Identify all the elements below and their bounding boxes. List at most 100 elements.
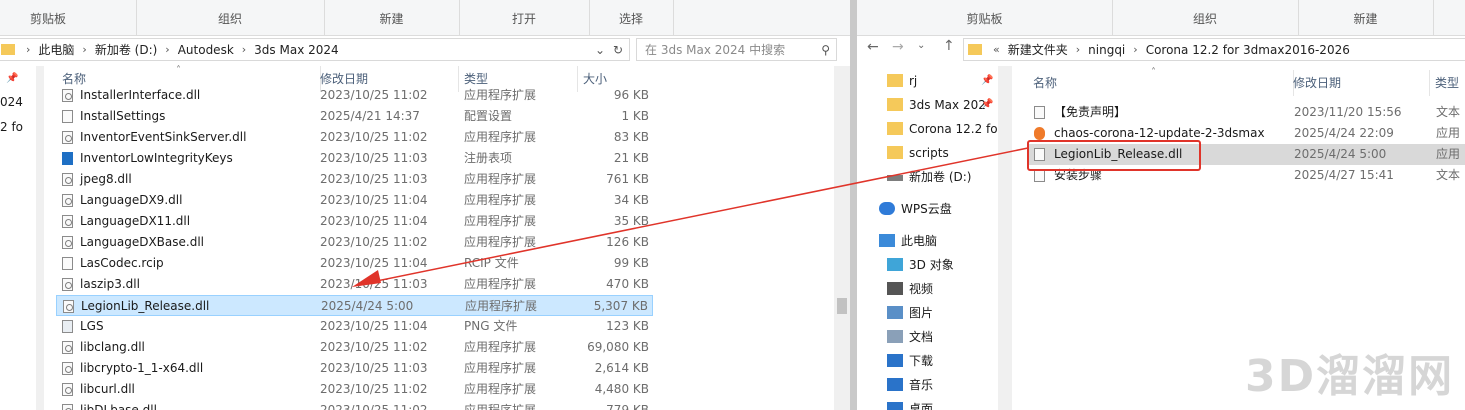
sort-up-icon: ˄ — [1151, 67, 1156, 78]
search-icon[interactable]: ⚲ — [821, 43, 830, 57]
table-row[interactable]: LegionLib_Release.dll 2025/4/24 5:00 应用程序扩… — [56, 295, 653, 316]
ribbon-group-organize[interactable]: 组织 — [1112, 0, 1299, 35]
chevron-right-icon: › — [241, 43, 247, 56]
nav-item-label: 3D 对象 — [909, 258, 954, 272]
chevron-right-icon: › — [1075, 43, 1081, 56]
file-icon — [62, 89, 73, 102]
cell-type: 文本 — [1436, 105, 1461, 119]
table-row[interactable]: LegionLib_Release.dll 2025/4/24 5:00 应用 — [1027, 144, 1465, 165]
cell-date: 2023/10/25 11:02 — [320, 340, 428, 354]
cell-type: 应用程序扩展 — [464, 277, 537, 291]
breadcrumb-item[interactable]: 此电脑 — [35, 41, 77, 58]
desktop-icon — [887, 402, 903, 410]
picture-icon — [887, 306, 903, 319]
cell-type: 应用程序扩展 — [464, 235, 537, 249]
ribbon-group-new[interactable]: 新建 — [1298, 0, 1434, 35]
chevron-double-left-icon[interactable]: « — [988, 43, 1005, 56]
cell-date: 2023/10/25 11:03 — [320, 277, 428, 291]
cell-size: 126 KB — [606, 235, 649, 249]
file-icon — [62, 404, 73, 410]
column-header-name[interactable]: 名称 ˄ — [1027, 67, 1294, 96]
cell-name: LanguageDX11.dll — [80, 214, 191, 228]
cell-date: 2023/10/25 11:02 — [320, 382, 428, 396]
address-bar[interactable]: › 此电脑 › 新加卷 (D:) › Autodesk › 3ds Max 20… — [0, 38, 630, 61]
table-row[interactable]: laszip3.dll 2023/10/25 11:03 应用程序扩展 470 KB — [56, 274, 653, 295]
table-row[interactable]: LasCodec.rcip 2023/10/25 11:04 RCIP 文件 99 K… — [56, 253, 653, 274]
cell-size: 470 KB — [606, 277, 649, 291]
table-row[interactable]: InstallSettings 2025/4/21 14:37 配置设置 1 KB — [56, 106, 653, 127]
table-row[interactable]: jpeg8.dll 2023/10/25 11:03 应用程序扩展 761 KB — [56, 169, 653, 190]
pin-icon[interactable]: 📌 — [981, 99, 993, 110]
cell-name: laszip3.dll — [80, 277, 140, 291]
chevron-down-icon[interactable]: ⌄ — [595, 43, 605, 57]
document-icon — [887, 330, 903, 343]
breadcrumb-item[interactable]: ningqi — [1085, 43, 1128, 57]
cell-date: 2023/10/25 11:04 — [320, 256, 428, 270]
table-row[interactable]: LanguageDXBase.dll 2023/10/25 11:02 应用程序扩展… — [56, 232, 653, 253]
file-icon — [62, 341, 73, 354]
text-file-icon — [1034, 106, 1045, 119]
table-row[interactable]: InstallerInterface.dll 2023/10/25 11:02 应用… — [56, 85, 653, 106]
ribbon-group-clipboard[interactable]: 剪贴板 — [857, 0, 1113, 35]
breadcrumb-item[interactable]: 新建文件夹 — [1005, 41, 1071, 58]
dll-file-icon — [1034, 148, 1045, 161]
breadcrumb-item[interactable]: Corona 12.2 for 3dmax2016-2026 — [1143, 43, 1353, 57]
breadcrumb-item[interactable]: 3ds Max 2024 — [251, 43, 341, 57]
address-bar[interactable]: « 新建文件夹 › ningqi › Corona 12.2 for 3dmax… — [963, 38, 1465, 61]
table-row[interactable]: LGS 2023/10/25 11:04 PNG 文件 123 KB — [56, 316, 653, 337]
nav-item-label: scripts — [909, 146, 949, 160]
cell-size: 2,614 KB — [594, 361, 649, 375]
breadcrumb-item[interactable]: Autodesk — [175, 43, 237, 57]
pin-icon[interactable]: 📌 — [981, 75, 993, 86]
nav-item-partial[interactable]: 2 fo — [0, 120, 23, 134]
cell-name: LegionLib_Release.dll — [1054, 147, 1183, 161]
column-header-type[interactable]: 类型 — [1429, 70, 1465, 96]
ribbon-group-open[interactable]: 打开 — [459, 0, 590, 35]
scrollbar-thumb[interactable] — [837, 298, 847, 314]
installer-icon — [1034, 127, 1045, 140]
file-list-scrollbar[interactable] — [834, 66, 850, 410]
ribbon-group-select[interactable]: 选择 — [589, 0, 674, 35]
up-arrow-icon[interactable]: ↑ — [943, 38, 955, 54]
cell-date: 2025/4/27 15:41 — [1294, 168, 1394, 182]
nav-item-label: 此电脑 — [901, 234, 938, 248]
ribbon-group-clipboard[interactable]: 剪贴板 — [0, 0, 137, 35]
video-icon — [887, 282, 903, 295]
cell-name: LGS — [80, 319, 104, 333]
pin-icon[interactable]: 📌 — [6, 73, 18, 84]
cell-date: 2023/10/25 11:02 — [320, 88, 428, 102]
table-row[interactable]: 安装步骤 2025/4/27 15:41 文本 — [1027, 165, 1465, 186]
table-row[interactable]: LanguageDX9.dll 2023/10/25 11:04 应用程序扩展 34 … — [56, 190, 653, 211]
table-row[interactable]: 【免责声明】 2023/11/20 15:56 文本 — [1027, 102, 1465, 123]
nav-item-label: 3ds Max 202 — [909, 98, 986, 112]
table-row[interactable]: InventorLowIntegrityKeys 2023/10/25 11:03… — [56, 148, 653, 169]
table-row[interactable]: libcrypto-1_1-x64.dll 2023/10/25 11:03 应用程… — [56, 358, 653, 379]
search-box[interactable]: 在 3ds Max 2024 中搜索 ⚲ — [636, 38, 837, 61]
column-header-date[interactable]: 修改日期 — [1287, 70, 1430, 96]
cell-date: 2023/10/25 11:02 — [320, 130, 428, 144]
table-row[interactable]: chaos-corona-12-update-2-3dsmax 2025/4/24… — [1027, 123, 1465, 144]
ribbon-group-organize[interactable]: 组织 — [136, 0, 325, 35]
file-icon — [62, 383, 73, 396]
cell-name: LanguageDX9.dll — [80, 193, 183, 207]
file-icon — [62, 194, 73, 207]
table-row[interactable]: LanguageDX11.dll 2023/10/25 11:04 应用程序扩展 35… — [56, 211, 653, 232]
nav-item-partial[interactable]: 024 — [0, 95, 23, 109]
table-row[interactable]: InventorEventSinkServer.dll 2023/10/25 11… — [56, 127, 653, 148]
nav-scrollbar[interactable] — [998, 66, 1012, 410]
recent-dropdown-icon[interactable]: ⌄ — [917, 40, 925, 51]
ribbon-group-new[interactable]: 新建 — [324, 0, 460, 35]
breadcrumb-item[interactable]: 新加卷 (D:) — [92, 41, 160, 58]
address-row: ← → ⌄ ↑ « 新建文件夹 › ningqi › Corona 12.2 f… — [857, 36, 1465, 62]
table-row[interactable]: libDLbase.dll 2023/10/25 11:02 应用程序扩展 779 K… — [56, 400, 653, 410]
cell-type: 应用程序扩展 — [464, 340, 537, 354]
nav-scrollbar[interactable] — [36, 66, 44, 410]
refresh-icon[interactable]: ↻ — [613, 43, 623, 57]
folder-icon — [968, 44, 982, 55]
table-row[interactable]: libclang.dll 2023/10/25 11:02 应用程序扩展 69,080… — [56, 337, 653, 358]
table-row[interactable]: libcurl.dll 2023/10/25 11:02 应用程序扩展 4,480 K… — [56, 379, 653, 400]
cell-date: 2023/10/25 11:04 — [320, 319, 428, 333]
back-arrow-icon[interactable]: ← — [867, 39, 879, 55]
forward-arrow-icon[interactable]: → — [892, 39, 904, 55]
nav-item-label: rj — [909, 74, 918, 88]
